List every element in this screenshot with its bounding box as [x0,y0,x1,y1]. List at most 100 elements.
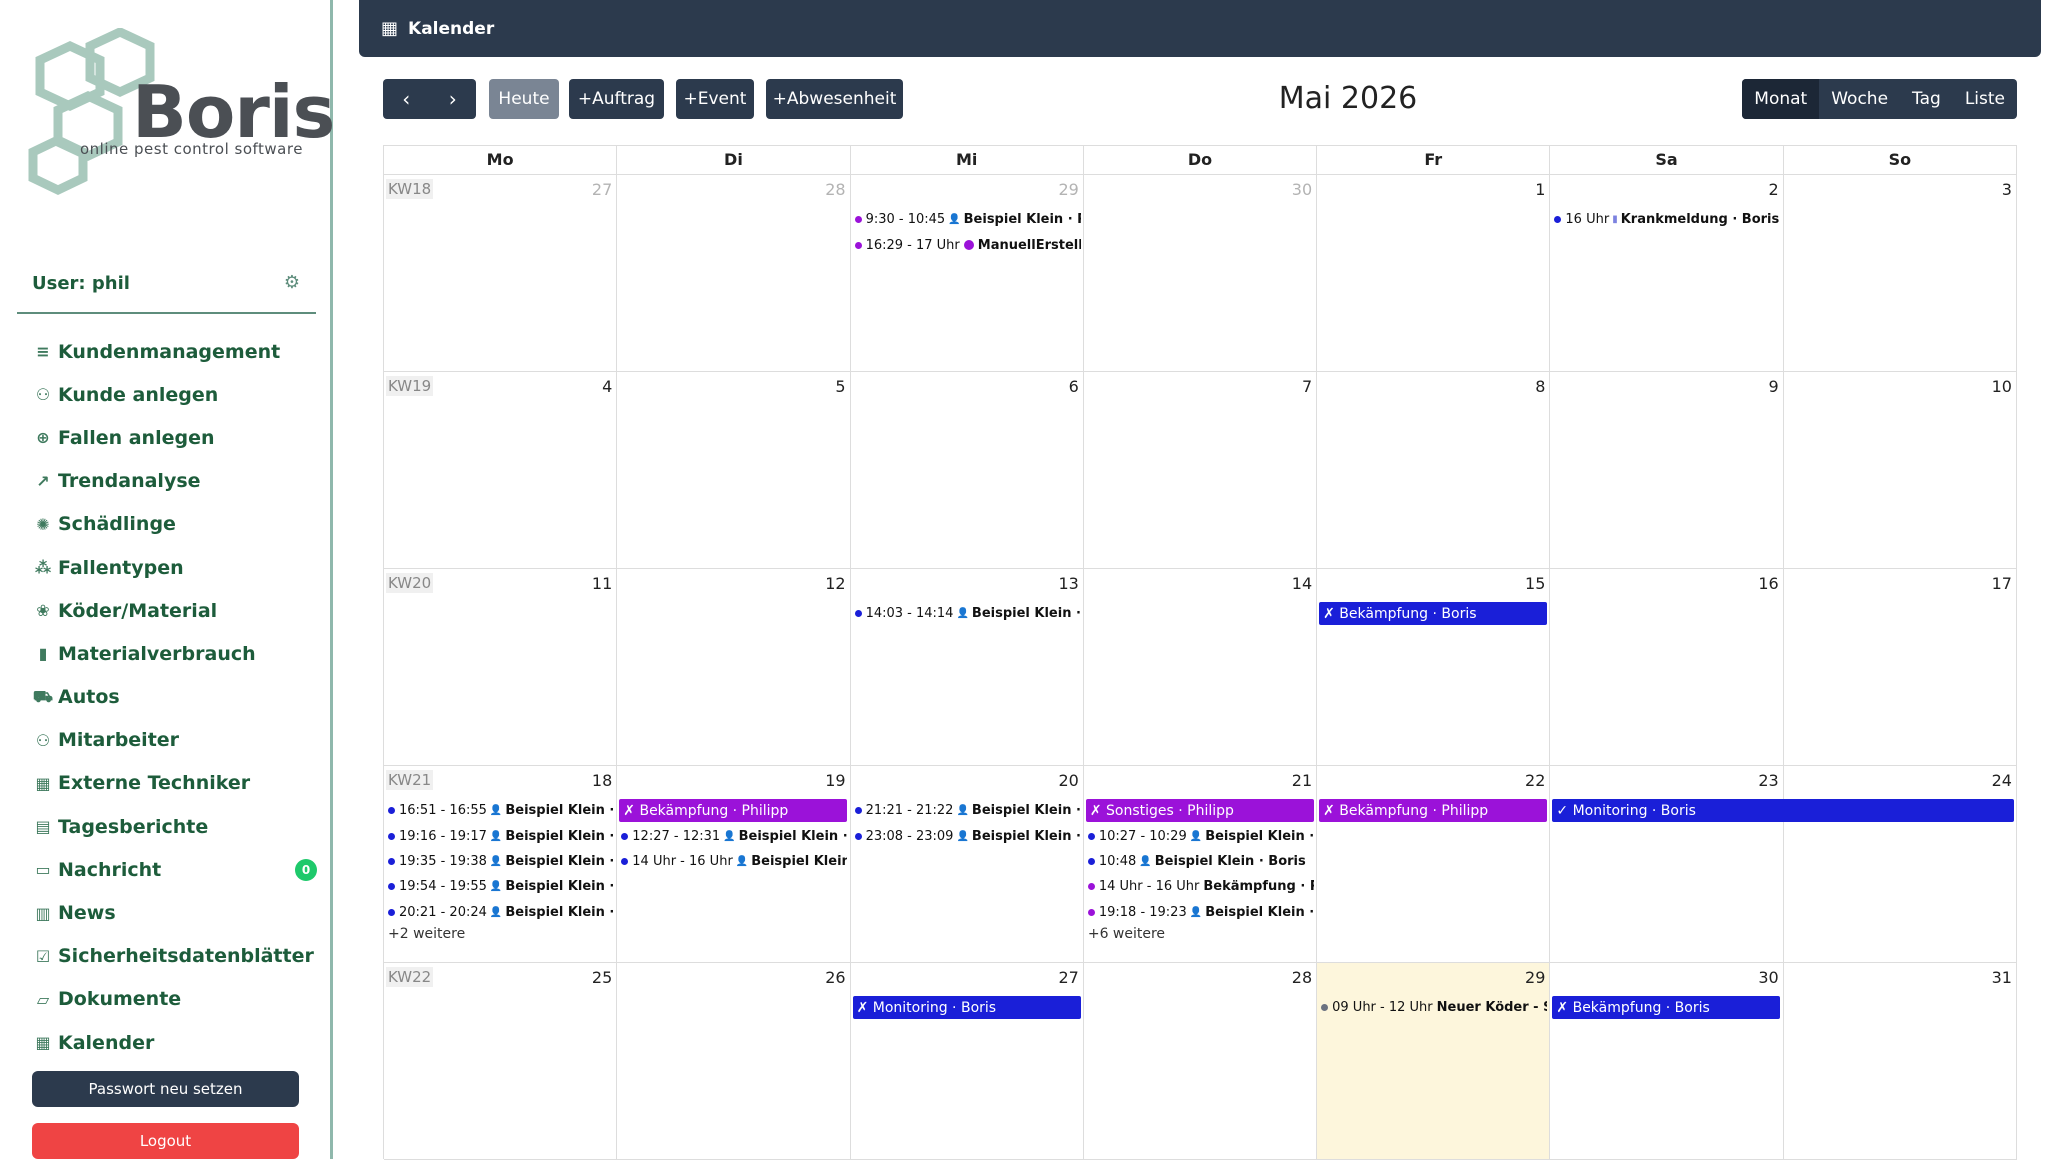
sidebar-item-dokumente[interactable]: ▱ Dokumente [32,978,317,1021]
calendar-event[interactable]: 16:29 - 17 Uhr ManuellErstellter [854,235,1081,255]
sidebar-item-nachricht[interactable]: ▭ Nachricht 0 [32,848,317,891]
day-number[interactable]: 10 [1992,377,2012,396]
sidebar-item-schaedlinge[interactable]: ✺ Schädlinge [32,503,317,546]
day-cell[interactable]: KW22 25 [384,963,618,1160]
sidebar-item-sicherheitsdatenblaetter[interactable]: ☑ Sicherheitsdatenblätter [32,935,317,978]
calendar-event[interactable]: 09 Uhr - 12 UhrNeuer Köder - Sc [1321,997,1547,1017]
calendar-event[interactable]: 10:27 - 10:29👤Beispiel Klein · Bo [1087,826,1314,846]
day-number[interactable]: 28 [825,180,845,199]
sidebar-item-tagesberichte[interactable]: ▤ Tagesberichte [32,805,317,848]
day-number[interactable]: 14 [1292,574,1312,593]
calendar-event[interactable]: 19:54 - 19:55👤Beispiel Klein · Bo [388,876,614,896]
day-number[interactable]: 2 [1769,180,1779,199]
day-number[interactable]: 24 [1992,771,2012,790]
day-cell[interactable]: 26 [617,963,851,1160]
sidebar-item-kundenmanagement[interactable]: ≡ Kundenmanagement [32,330,317,373]
gear-icon[interactable]: ⚙ [282,273,302,293]
day-cell[interactable]: KW18 27 [384,175,618,372]
view-week-button[interactable]: Woche [1819,79,1900,119]
calendar-event-bar[interactable]: ✗ Monitoring · Boris [852,996,1081,1019]
view-day-button[interactable]: Tag [1900,79,1953,119]
today-button[interactable]: Heute [489,79,559,119]
calendar-event[interactable]: 14:03 - 14:14👤Beispiel Klein · Bor [854,603,1081,623]
day-number[interactable]: 7 [1302,377,1312,396]
day-number[interactable]: 19 [825,771,845,790]
day-cell[interactable]: 16 [1550,569,1784,766]
calendar-event[interactable]: 19:35 - 19:38👤Beispiel Klein · Bo [388,851,614,871]
day-number[interactable]: 1 [1535,180,1545,199]
calendar-event-bar[interactable]: ✗ Bekämpfung · Boris [1319,602,1548,625]
reset-password-button[interactable]: Passwort neu setzen [32,1071,299,1107]
day-number[interactable]: 13 [1058,574,1078,593]
day-number[interactable]: 31 [1992,968,2012,987]
day-number[interactable]: 17 [1992,574,2012,593]
day-cell[interactable]: 28 [617,175,851,372]
day-cell[interactable]: 5 [617,372,851,569]
day-cell[interactable]: 22 ✗ Bekämpfung · Philipp [1317,766,1551,963]
day-cell[interactable]: 6 [850,372,1084,569]
calendar-event[interactable]: 9:30 - 10:45👤Beispiel Klein · Phi [854,209,1081,229]
day-cell[interactable]: 21 ✗ Sonstiges · Philipp 10:27 - 10:29 👤 B… [1083,766,1318,963]
sidebar-item-kalender[interactable]: ▦ Kalender [32,1021,317,1064]
calendar-event[interactable]: 14 Uhr - 16 UhrBekämpfung · Ph [1087,876,1314,896]
day-cell[interactable]: 30 [1083,175,1318,372]
day-number[interactable]: 22 [1525,771,1545,790]
day-number[interactable]: 11 [592,574,612,593]
day-cell[interactable]: 30 ✗ Bekämpfung · Boris [1550,963,1784,1160]
day-number[interactable]: 9 [1769,377,1779,396]
calendar-event[interactable]: 10:48 👤 Beispiel Klein · Boris [1087,851,1314,871]
prev-month-button[interactable]: ‹ [383,79,430,119]
day-number[interactable]: 12 [825,574,845,593]
day-number[interactable]: 30 [1758,968,1778,987]
day-number[interactable]: 27 [592,180,612,199]
calendar-event[interactable]: 16 Uhr ▮ Krankmeldung · Boris [1554,209,1780,229]
logout-button[interactable]: Logout [32,1123,299,1159]
day-number[interactable]: 15 [1525,574,1545,593]
day-cell[interactable]: 10 [1783,372,2017,569]
day-cell[interactable]: 13 14:03 - 14:14👤Beispiel Klein · Bor [850,569,1084,766]
day-number[interactable]: 21 [1292,771,1312,790]
day-cell[interactable]: KW19 4 [384,372,618,569]
day-cell[interactable]: 27 ✗ Monitoring · Boris [850,963,1084,1160]
day-number[interactable]: 8 [1535,377,1545,396]
calendar-event[interactable]: 12:27 - 12:31👤Beispiel Klein · Bori [621,826,847,846]
sidebar-item-autos[interactable]: ⛟ Autos [32,676,317,719]
day-cell[interactable]: 12 [617,569,851,766]
view-list-button[interactable]: Liste [1953,79,2017,119]
day-cell[interactable]: 3 [1783,175,2017,372]
day-number[interactable]: 25 [592,968,612,987]
day-cell[interactable]: 8 [1317,372,1551,569]
day-number[interactable]: 5 [835,377,845,396]
day-number[interactable]: 28 [1292,968,1312,987]
day-number[interactable]: 29 [1058,180,1078,199]
day-number[interactable]: 6 [1069,377,1079,396]
calendar-event-bar[interactable]: ✓ Monitoring · Boris [1552,799,2015,822]
sidebar-item-koeder-material[interactable]: ❀ Köder/Material [32,589,317,632]
day-cell[interactable]: KW2118 16:51 - 16:55👤Beispiel Klein · Bo… [384,766,618,963]
sidebar-item-trendanalyse[interactable]: ↗ Trendanalyse [32,460,317,503]
day-cell[interactable]: 28 [1083,963,1318,1160]
sidebar-item-materialverbrauch[interactable]: ▮ Materialverbrauch [32,632,317,675]
calendar-event[interactable]: 21:21 - 21:22👤Beispiel Klein · Bori [854,800,1081,820]
calendar-event[interactable]: 20:21 - 20:24👤Beispiel Klein · Bc [388,902,614,922]
day-number[interactable]: 29 [1525,968,1545,987]
more-events-link[interactable]: +6 weitere [1088,926,1165,942]
day-number[interactable]: 16 [1758,574,1778,593]
day-cell[interactable]: 14 [1083,569,1318,766]
day-cell[interactable]: 23 ✓ Monitoring · Boris [1550,766,2015,963]
calendar-event[interactable]: 23:08 - 23:09👤Beispiel Klein · B [854,826,1081,846]
sidebar-item-fallen-anlegen[interactable]: ⊕ Fallen anlegen [32,416,317,459]
day-number[interactable]: 26 [825,968,845,987]
more-events-link[interactable]: +2 weitere [388,926,465,942]
next-month-button[interactable]: › [430,79,477,119]
calendar-event[interactable]: 19:16 - 19:17👤Beispiel Klein · Bori [388,826,614,846]
day-cell[interactable]: 19 ✗ Bekämpfung · Philipp 12:27 - 12:31 👤… [617,766,851,963]
day-number[interactable]: 27 [1058,968,1078,987]
day-cell[interactable]: 1 [1317,175,1551,372]
calendar-event-bar[interactable]: ✗ Sonstiges · Philipp [1085,799,1314,822]
day-cell[interactable]: 17 [1783,569,2017,766]
day-number[interactable]: 20 [1058,771,1078,790]
day-cell-today[interactable]: 29 09 Uhr - 12 UhrNeuer Köder - Sc [1317,963,1551,1160]
day-cell[interactable]: 7 [1083,372,1318,569]
sidebar-item-mitarbeiter[interactable]: ⚇ Mitarbeiter [32,719,317,762]
